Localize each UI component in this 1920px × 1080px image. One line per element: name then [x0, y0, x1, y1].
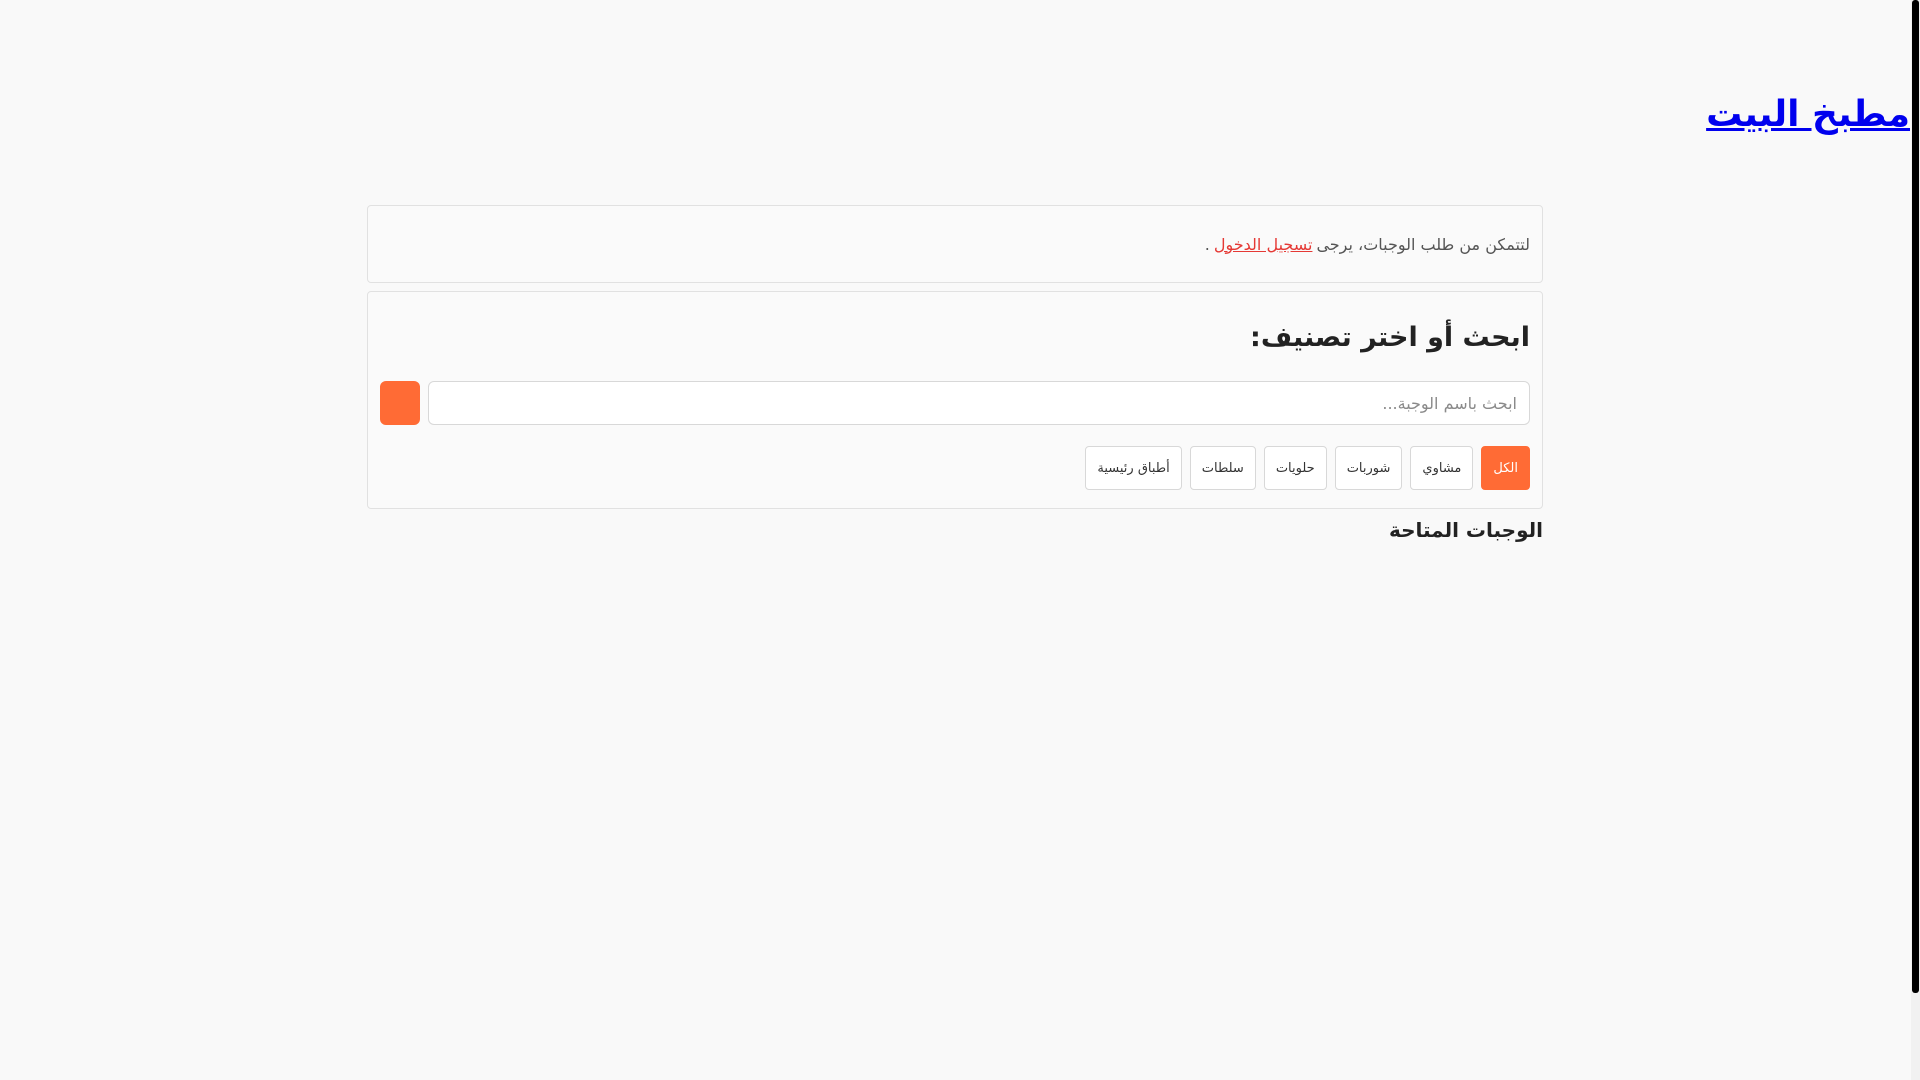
login-link[interactable]: تسجيل الدخول: [1214, 235, 1313, 254]
notice-text-end: .: [1204, 234, 1210, 254]
login-notice: لتتمكن من طلب الوجبات، يرجى تسجيل الدخول…: [367, 205, 1543, 283]
search-button[interactable]: [380, 381, 420, 425]
search-row: [380, 381, 1530, 425]
category-soups-button[interactable]: شوربات: [1334, 446, 1403, 490]
category-main-dishes-button[interactable]: أطباق رئيسية: [1085, 446, 1182, 490]
site-title-link[interactable]: مطبخ البيت: [1706, 88, 1910, 142]
category-desserts-button[interactable]: حلويات: [1263, 446, 1327, 490]
category-grills-button[interactable]: مشاوي: [1410, 446, 1474, 490]
search-heading: ابحث أو اختر تصنيف:: [1250, 322, 1530, 353]
category-all-button[interactable]: الكل: [1481, 446, 1530, 490]
search-panel: ابحث أو اختر تصنيف: الكل مشاوي شوربات حل…: [367, 291, 1543, 509]
category-salads-button[interactable]: سلطات: [1189, 446, 1256, 490]
available-meals-title: الوجبات المتاحة: [1388, 518, 1543, 542]
notice-text: لتتمكن من طلب الوجبات، يرجى: [1316, 234, 1530, 254]
scrollbar-thumb[interactable]: [1912, 0, 1919, 993]
page-scrollbar[interactable]: [1911, 0, 1920, 1080]
page: مطبخ البيت لتتمكن من طلب الوجبات، يرجى ت…: [0, 0, 1920, 1080]
search-input[interactable]: [428, 381, 1530, 425]
category-filters: الكل مشاوي شوربات حلويات سلطات أطباق رئي…: [1085, 446, 1530, 490]
